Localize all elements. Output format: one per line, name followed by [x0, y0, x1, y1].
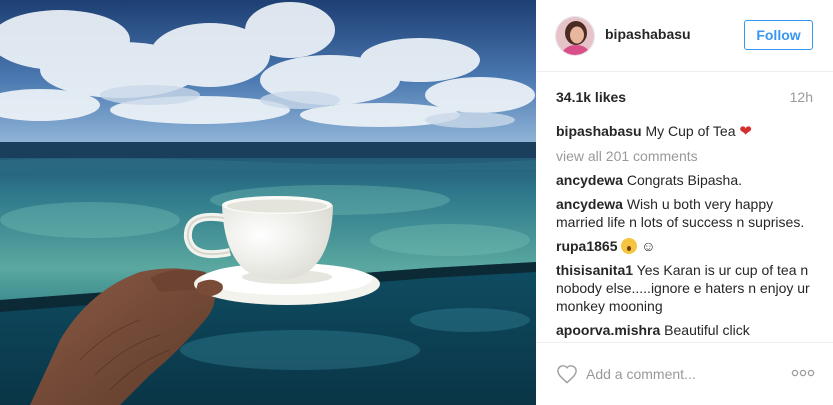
comment-username[interactable]: rupa1865 — [556, 238, 617, 254]
avatar[interactable] — [555, 16, 595, 56]
comment-text: Congrats Bipasha. — [626, 172, 743, 188]
comment-username[interactable]: ancydewa — [556, 172, 623, 188]
comment-text: Beautiful click — [664, 322, 750, 338]
view-all-comments-link[interactable]: view all 201 comments — [556, 147, 818, 165]
post-caption: bipashabasu My Cup of Tea ❤ — [556, 122, 818, 141]
post-time[interactable]: 12h — [790, 89, 813, 105]
comments-list[interactable]: bipashabasu My Cup of Tea ❤ view all 201… — [556, 120, 818, 342]
post-username[interactable]: bipashabasu — [605, 26, 691, 42]
add-comment-input[interactable] — [586, 363, 786, 385]
likes-count[interactable]: 34.1k likes — [556, 89, 626, 105]
post-photo[interactable] — [0, 0, 536, 405]
red-heart-icon: ❤ — [739, 123, 752, 140]
comment-username[interactable]: ancydewa — [556, 196, 623, 212]
comment-footer — [536, 342, 833, 405]
comment-item: ancydewa Wish u both very happy married … — [556, 195, 818, 231]
post-side-panel: bipashabasu Follow 34.1k likes 12h bipas… — [536, 0, 833, 405]
comment-username[interactable]: apoorva.mishra — [556, 322, 660, 338]
photo-image — [0, 0, 536, 405]
comment-username[interactable]: thisisanita1 — [556, 262, 633, 278]
post-header: bipashabasu Follow — [536, 0, 833, 72]
astonished-face-icon — [621, 238, 638, 254]
comment-item: rupa1865 ☺ — [556, 237, 818, 255]
caption-username[interactable]: bipashabasu — [556, 123, 642, 139]
comment-text: ☺ — [641, 238, 656, 254]
comment-item: ancydewa Congrats Bipasha. — [556, 171, 818, 189]
heart-outline-icon[interactable] — [556, 364, 578, 384]
more-options-icon[interactable] — [791, 366, 815, 380]
comment-item: apoorva.mishra Beautiful click — [556, 321, 818, 339]
caption-text: My Cup of Tea — [645, 123, 736, 139]
avatar-image — [556, 17, 594, 55]
comment-item: thisisanita1 Yes Karan is ur cup of tea … — [556, 261, 818, 315]
follow-button[interactable]: Follow — [744, 20, 813, 50]
